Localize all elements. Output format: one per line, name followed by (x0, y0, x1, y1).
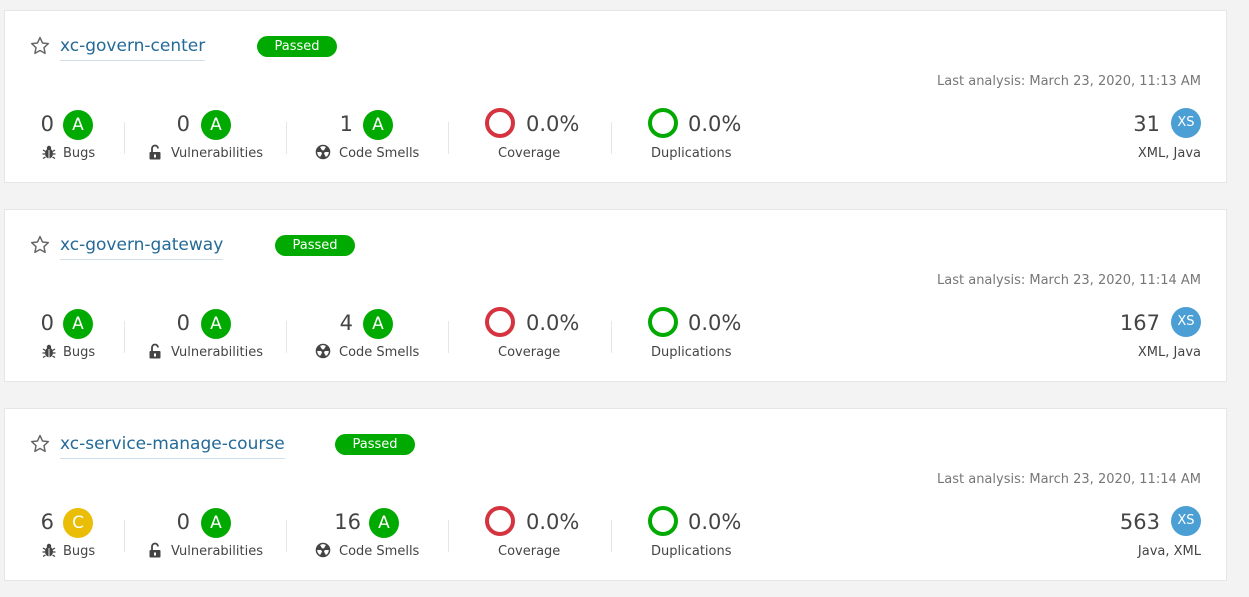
metric-divider (286, 122, 287, 154)
star-icon[interactable] (29, 234, 51, 256)
bug-icon (42, 344, 56, 359)
project-name-link[interactable]: xc-govern-gateway (60, 234, 224, 260)
coverage-ring-icon[interactable] (485, 108, 515, 138)
coverage-value[interactable]: 0.0% (526, 112, 579, 136)
duplications-label: Duplications (651, 345, 732, 360)
metric-divider (448, 520, 449, 552)
coverage-label: Coverage (498, 544, 561, 559)
code-smells-rating-badge[interactable]: A (363, 309, 393, 339)
languages: XML, Java (1137, 345, 1201, 360)
duplications-value[interactable]: 0.0% (688, 112, 741, 136)
project-card: xc-service-manage-course Passed Last ana… (4, 408, 1227, 581)
languages: Java, XML (1137, 544, 1201, 559)
duplications-ring-icon[interactable] (648, 506, 678, 536)
coverage-value[interactable]: 0.0% (526, 311, 579, 335)
code-smells-label: Code Smells (339, 345, 420, 360)
vulnerabilities-count[interactable]: 0 (177, 510, 190, 534)
bugs-rating-badge[interactable]: A (63, 309, 93, 339)
radiation-icon (315, 144, 331, 160)
duplications-value[interactable]: 0.0% (688, 510, 741, 534)
duplications-label: Duplications (651, 146, 732, 161)
metric-divider (611, 122, 612, 154)
metric-divider (286, 520, 287, 552)
metric-divider (124, 520, 125, 552)
duplications-ring-icon[interactable] (648, 307, 678, 337)
bugs-count[interactable]: 0 (41, 311, 54, 335)
metric-divider (611, 321, 612, 353)
code-smells-rating-badge[interactable]: A (363, 110, 393, 140)
metric-divider (611, 520, 612, 552)
last-analysis-date: Last analysis: March 23, 2020, 11:14 AM (937, 472, 1201, 487)
metric-divider (448, 321, 449, 353)
duplications-ring-icon[interactable] (648, 108, 678, 138)
bug-icon (42, 145, 56, 160)
coverage-ring-icon[interactable] (485, 506, 515, 536)
quality-gate-passed-badge: Passed (257, 36, 337, 57)
bugs-count[interactable]: 6 (41, 510, 54, 534)
code-smells-rating-badge[interactable]: A (369, 508, 399, 538)
lines-of-code[interactable]: 563 (1120, 510, 1160, 534)
bugs-label: Bugs (63, 146, 96, 161)
radiation-icon (315, 343, 331, 359)
code-smells-label: Code Smells (339, 146, 420, 161)
bugs-label: Bugs (63, 345, 96, 360)
vulnerabilities-label: Vulnerabilities (171, 146, 263, 161)
size-badge: XS (1171, 108, 1201, 138)
project-card: xc-govern-gateway Passed Last analysis: … (4, 209, 1227, 382)
vulnerabilities-rating-badge[interactable]: A (201, 508, 231, 538)
bugs-rating-badge[interactable]: A (63, 110, 93, 140)
size-badge: XS (1171, 307, 1201, 337)
coverage-label: Coverage (498, 345, 561, 360)
code-smells-count[interactable]: 1 (340, 112, 353, 136)
lines-of-code[interactable]: 31 (1133, 112, 1160, 136)
bugs-label: Bugs (63, 544, 96, 559)
metric-divider (448, 122, 449, 154)
coverage-ring-icon[interactable] (485, 307, 515, 337)
star-icon[interactable] (29, 35, 51, 57)
star-icon[interactable] (29, 433, 51, 455)
code-smells-count[interactable]: 4 (340, 311, 353, 335)
coverage-label: Coverage (498, 146, 561, 161)
vulnerabilities-label: Vulnerabilities (171, 345, 263, 360)
coverage-value[interactable]: 0.0% (526, 510, 579, 534)
vulnerabilities-rating-badge[interactable]: A (201, 110, 231, 140)
bugs-count[interactable]: 0 (41, 112, 54, 136)
vulnerabilities-count[interactable]: 0 (177, 112, 190, 136)
quality-gate-passed-badge: Passed (275, 235, 355, 256)
code-smells-count[interactable]: 16 (334, 510, 361, 534)
metric-divider (124, 321, 125, 353)
size-badge: XS (1171, 506, 1201, 536)
last-analysis-date: Last analysis: March 23, 2020, 11:14 AM (937, 273, 1201, 288)
metric-divider (286, 321, 287, 353)
unlock-icon (149, 144, 161, 160)
vulnerabilities-label: Vulnerabilities (171, 544, 263, 559)
project-name-link[interactable]: xc-service-manage-course (60, 433, 285, 459)
unlock-icon (149, 542, 161, 558)
bugs-rating-badge[interactable]: C (63, 508, 93, 538)
code-smells-label: Code Smells (339, 544, 420, 559)
duplications-label: Duplications (651, 544, 732, 559)
duplications-value[interactable]: 0.0% (688, 311, 741, 335)
radiation-icon (315, 542, 331, 558)
vulnerabilities-rating-badge[interactable]: A (201, 309, 231, 339)
unlock-icon (149, 343, 161, 359)
project-name-link[interactable]: xc-govern-center (60, 35, 206, 61)
metric-divider (124, 122, 125, 154)
quality-gate-passed-badge: Passed (335, 434, 415, 455)
project-card: xc-govern-center Passed Last analysis: M… (4, 10, 1227, 183)
bug-icon (42, 543, 56, 558)
last-analysis-date: Last analysis: March 23, 2020, 11:13 AM (937, 74, 1201, 89)
lines-of-code[interactable]: 167 (1120, 311, 1160, 335)
languages: XML, Java (1137, 146, 1201, 161)
vulnerabilities-count[interactable]: 0 (177, 311, 190, 335)
